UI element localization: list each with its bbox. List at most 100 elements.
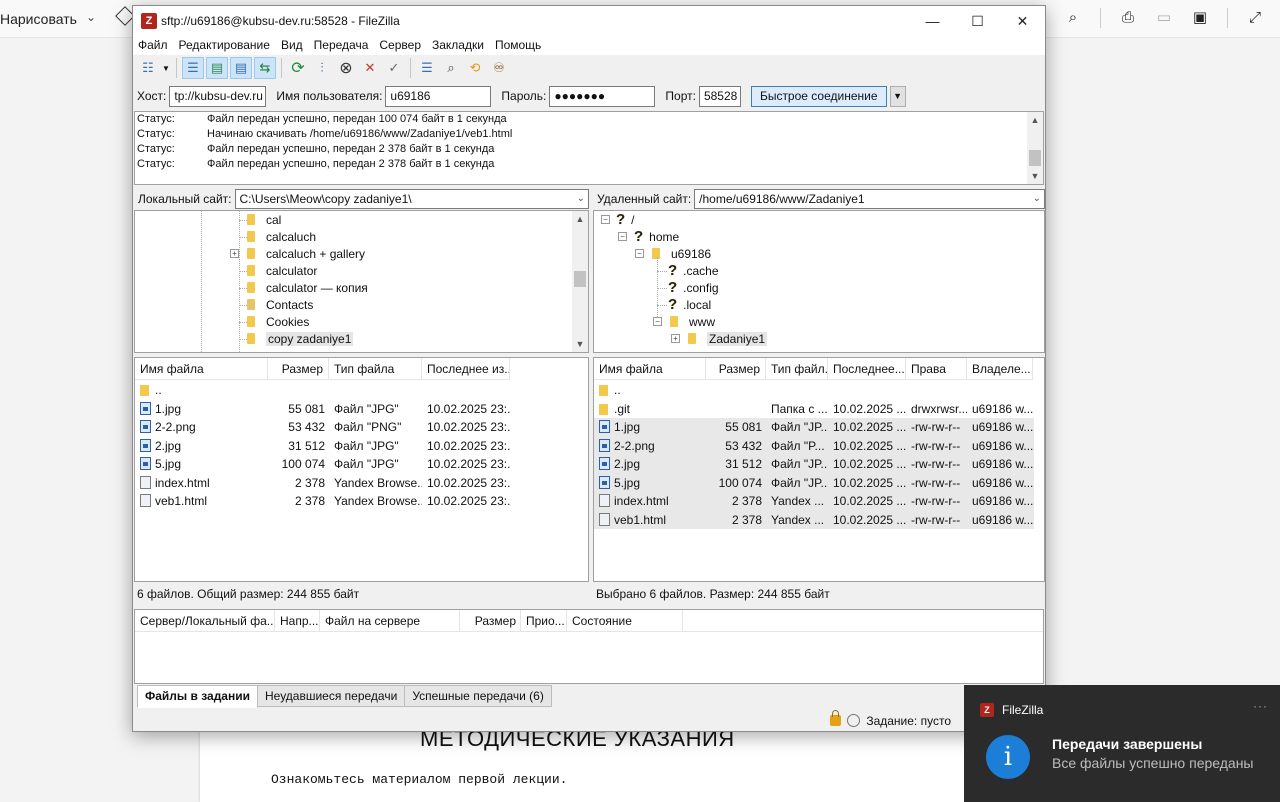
tree-item[interactable]: ? .cache xyxy=(668,262,719,279)
col-direction[interactable]: Напр... xyxy=(275,610,320,631)
col-remote-file[interactable]: Файл на сервере xyxy=(320,610,460,631)
log-scrollbar[interactable]: ▲ ▼ xyxy=(1027,112,1043,184)
tree-item[interactable]: Cookies xyxy=(247,313,309,330)
list-item-selected[interactable]: 2.jpg 31 512 Файл "JP... 10.02.2025 ... … xyxy=(594,455,1034,474)
list-item[interactable]: .. xyxy=(135,381,268,400)
list-item[interactable]: 2.jpg 31 512 Файл "JPG" 10.02.2025 23:..… xyxy=(135,437,510,456)
tree-item[interactable]: calcaluch + gallery xyxy=(247,245,365,262)
list-item-selected[interactable]: 2-2.png 53 432 Файл "P... 10.02.2025 ...… xyxy=(594,436,1034,455)
scroll-thumb[interactable] xyxy=(1029,150,1041,166)
collapse-icon[interactable]: − xyxy=(635,249,644,258)
tree-item[interactable]: calculator xyxy=(247,262,317,279)
list-item-selected[interactable]: 1.jpg 55 081 Файл "JP... 10.02.2025 ... … xyxy=(594,418,1034,437)
save-as-icon[interactable]: ▣ xyxy=(1191,8,1209,26)
list-item[interactable]: .. xyxy=(594,381,706,400)
col-status[interactable]: Состояние xyxy=(567,610,683,631)
list-item-selected[interactable]: 5.jpg 100 074 Файл "JP... 10.02.2025 ...… xyxy=(594,473,1034,492)
compare-icon[interactable]: ⌕ xyxy=(440,57,462,79)
refresh-icon[interactable]: ⟳ xyxy=(287,57,309,79)
collapse-icon[interactable]: − xyxy=(618,232,627,241)
tree-item[interactable]: Contacts xyxy=(247,296,313,313)
reconnect-icon[interactable]: ✓ xyxy=(383,57,405,79)
chevron-down-icon[interactable]: ⌄ xyxy=(577,191,585,207)
tab-failed-transfers[interactable]: Неудавшиеся передачи xyxy=(256,685,406,707)
col-type[interactable]: Тип файла xyxy=(329,358,422,379)
list-item[interactable]: 1.jpg 55 081 Файл "JPG" 10.02.2025 23:..… xyxy=(135,400,510,419)
col-priority[interactable]: Прио... xyxy=(521,610,567,631)
col-permissions[interactable]: Права xyxy=(906,358,967,379)
tree-item[interactable]: u69186 xyxy=(652,245,711,262)
sync-browse-icon[interactable]: ⟲ xyxy=(464,57,486,79)
scroll-up-icon[interactable]: ▲ xyxy=(572,211,588,227)
col-modified[interactable]: Последнее из... xyxy=(422,358,510,379)
tab-queued-files[interactable]: Файлы в задании xyxy=(137,685,258,708)
print-icon[interactable]: ⎙ xyxy=(1119,8,1137,26)
disconnect-icon[interactable]: ✕ xyxy=(359,57,381,79)
col-type[interactable]: Тип файл... xyxy=(766,358,828,379)
minimize-button[interactable]: — xyxy=(910,6,955,36)
list-item[interactable]: .git Папка с ... 10.02.2025 ... drwxrwsr… xyxy=(594,400,1033,419)
tree-item[interactable]: calculator — копия xyxy=(247,279,368,296)
list-item[interactable]: 5.jpg 100 074 Файл "JPG" 10.02.2025 23:.… xyxy=(135,455,510,474)
username-field[interactable]: u69186 xyxy=(385,85,492,107)
close-button[interactable]: ✕ xyxy=(1000,6,1045,36)
menu-transfer[interactable]: Передача xyxy=(314,37,369,55)
notification-toast[interactable]: Z FileZilla ··· i Передачи завершены Все… xyxy=(964,685,1280,802)
menu-help[interactable]: Помощь xyxy=(495,37,541,55)
cancel-icon[interactable]: ⊗ xyxy=(335,57,357,79)
col-size[interactable]: Размер xyxy=(268,358,329,379)
toggle-queue-icon[interactable]: ⇆ xyxy=(254,57,276,79)
draw-menu-label[interactable]: Нарисовать xyxy=(0,11,77,27)
expand-icon[interactable]: ⤢ xyxy=(1246,8,1264,26)
filter-icon[interactable]: ⫶ xyxy=(311,57,333,79)
list-item-selected[interactable]: veb1.html 2 378 Yandex ... 10.02.2025 ..… xyxy=(594,510,1034,529)
dropdown-arrow-icon[interactable]: ▼ xyxy=(161,57,171,79)
collapse-icon[interactable]: − xyxy=(653,317,662,326)
toggle-remote-tree-icon[interactable]: ▤ xyxy=(230,57,252,79)
expand-icon[interactable]: + xyxy=(230,249,239,258)
tree-item[interactable]: cal xyxy=(247,211,281,228)
maximize-button[interactable]: ☐ xyxy=(955,6,1000,36)
list-item[interactable]: index.html 2 378 Yandex Browse... 10.02.… xyxy=(135,474,510,493)
tree-item[interactable]: calcaluch xyxy=(247,228,316,245)
local-tree-scrollbar[interactable]: ▲ ▼ xyxy=(572,211,588,352)
directory-listing-filter-icon[interactable]: ☰ xyxy=(416,57,438,79)
local-path-field[interactable]: C:\Users\Meow\copy zadaniye1\ ⌄ xyxy=(234,189,589,209)
menu-server[interactable]: Сервер xyxy=(379,37,421,55)
scroll-thumb[interactable] xyxy=(574,271,586,287)
quickconnect-history-dropdown[interactable]: ▼ xyxy=(889,85,906,107)
scroll-down-icon[interactable]: ▼ xyxy=(572,336,588,352)
quickconnect-button[interactable]: Быстрое соединение xyxy=(750,85,887,107)
tree-item[interactable]: ? .config xyxy=(668,279,719,296)
tree-item[interactable]: www xyxy=(670,313,715,330)
toggle-log-icon[interactable]: ☰ xyxy=(182,57,204,79)
menu-file[interactable]: Файл xyxy=(138,37,168,55)
find-icon[interactable]: ♾ xyxy=(488,57,510,79)
menu-bookmarks[interactable]: Закладки xyxy=(432,37,484,55)
chevron-down-icon[interactable]: ⌄ xyxy=(1033,191,1041,207)
site-manager-icon[interactable]: ☷ xyxy=(137,57,159,79)
scroll-up-icon[interactable]: ▲ xyxy=(1027,112,1043,128)
save-icon[interactable]: ▭ xyxy=(1155,8,1173,26)
expand-icon[interactable]: + xyxy=(671,334,680,343)
speed-limit-icon[interactable] xyxy=(847,714,861,727)
list-item-selected[interactable]: index.html 2 378 Yandex ... 10.02.2025 .… xyxy=(594,492,1034,511)
menu-view[interactable]: Вид xyxy=(281,37,303,55)
col-server-local-file[interactable]: Сервер/Локальный фа... xyxy=(135,610,275,631)
collapse-icon[interactable]: − xyxy=(601,215,610,224)
col-size[interactable]: Размер xyxy=(460,610,521,631)
remote-path-field[interactable]: /home/u69186/www/Zadaniye1 ⌄ xyxy=(694,189,1045,209)
tab-successful-transfers[interactable]: Успешные передачи (6) xyxy=(404,685,552,707)
list-item[interactable]: veb1.html 2 378 Yandex Browse... 10.02.2… xyxy=(135,492,510,511)
tree-item[interactable]: ? .local xyxy=(668,296,711,313)
tree-item-selected[interactable]: copy zadaniye1 xyxy=(247,330,354,347)
host-field[interactable]: tp://kubsu-dev.ru xyxy=(169,85,267,107)
chevron-down-icon[interactable]: ⌄ xyxy=(86,10,96,24)
scroll-down-icon[interactable]: ▼ xyxy=(1027,168,1043,184)
search-icon[interactable]: ⌕ xyxy=(1064,8,1082,26)
col-modified[interactable]: Последнее... xyxy=(828,358,906,379)
menu-edit[interactable]: Редактирование xyxy=(179,37,270,55)
col-filename[interactable]: Имя файла xyxy=(594,358,706,379)
list-item[interactable]: 2-2.png 53 432 Файл "PNG" 10.02.2025 23:… xyxy=(135,418,510,437)
col-filename[interactable]: Имя файла xyxy=(135,358,268,379)
